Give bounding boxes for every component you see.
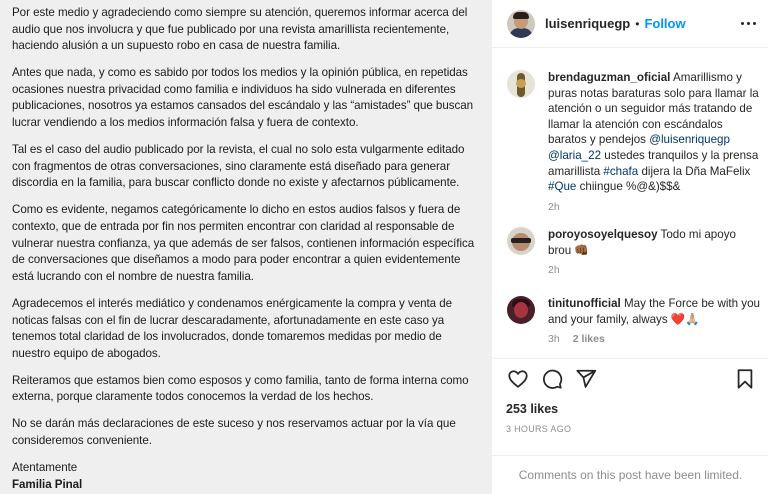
post-side-panel: luisenriquegp • Follow brendaguzman_ofic…: [491, 0, 768, 494]
commenter-username[interactable]: tinitunofficial: [548, 297, 621, 310]
comment-text: tinitunofficial May the Force be with yo…: [548, 296, 762, 327]
comment-time: 3h: [548, 333, 560, 346]
post-paragraph: No se darán más declaraciones de este su…: [12, 417, 456, 448]
commenter-avatar[interactable]: [507, 227, 535, 255]
comment-mention-link[interactable]: #chafa: [603, 165, 638, 178]
commenter-username[interactable]: poroyosoyelquesoy: [548, 228, 658, 241]
post-image: Por este medio y agradeciendo como siemp…: [0, 0, 491, 494]
comment-time: 2h: [548, 200, 560, 213]
likes-count[interactable]: 253 likes: [506, 402, 558, 416]
comment: poroyosoyelquesoy Todo mi apoyo brou 👊🏾 …: [507, 227, 762, 276]
comment-text: poroyosoyelquesoy Todo mi apoyo brou 👊🏾: [548, 227, 762, 258]
action-bar: [492, 358, 768, 398]
heart-icon[interactable]: [506, 367, 530, 391]
comment: brendaguzman_oficial Amarillismo y puras…: [507, 70, 762, 213]
comment-time: 2h: [548, 264, 560, 277]
commenter-username[interactable]: brendaguzman_oficial: [548, 71, 670, 84]
separator-dot: •: [635, 16, 640, 31]
author-username[interactable]: luisenriquegp: [545, 16, 630, 31]
comments-limited-notice: Comments on this post have been limited.: [492, 455, 768, 494]
bookmark-icon[interactable]: [733, 367, 757, 391]
comment-mention-link[interactable]: @luisenriquegp: [649, 133, 730, 146]
paper-plane-icon[interactable]: [574, 367, 598, 391]
post-header: luisenriquegp • Follow: [492, 0, 768, 48]
post-paragraph: Reiteramos que estamos bien como esposos…: [12, 373, 469, 404]
follow-button[interactable]: Follow: [644, 16, 685, 31]
comment-body-text: chiingue %@&)$$&: [576, 180, 681, 194]
comment-mention-link[interactable]: @laria_22: [548, 149, 601, 162]
commenter-avatar[interactable]: [507, 296, 535, 324]
post-paragraph: Por este medio y agradeciendo como siemp…: [12, 6, 468, 53]
comment-body-text: dijera la Dña MaFelix: [638, 164, 751, 178]
post-timestamp: 3 HOURS AGO: [506, 424, 572, 434]
comment-text: brendaguzman_oficial Amarillismo y puras…: [548, 70, 762, 195]
comment-bubble-icon[interactable]: [540, 367, 564, 391]
profile-avatar[interactable]: [507, 9, 535, 38]
post-paragraph: Como es evidente, negamos categóricament…: [12, 203, 475, 283]
post-paragraph: Antes que nada, y como es sabido por tod…: [12, 66, 474, 130]
comment: tinitunofficial May the Force be with yo…: [507, 296, 762, 345]
comment-likes[interactable]: 2 likes: [573, 333, 605, 345]
ellipsis-icon[interactable]: [741, 22, 756, 25]
commenter-avatar[interactable]: [507, 70, 535, 98]
comment-mention-link[interactable]: #Que: [548, 180, 576, 193]
post-paragraph: Agradecemos el interés mediático y conde…: [12, 296, 453, 360]
post-closing: Atentamente: [12, 461, 78, 475]
post-signature: Familia Pinal: [12, 477, 83, 491]
post-paragraph: Tal es el caso del audio publicado por l…: [12, 143, 465, 190]
